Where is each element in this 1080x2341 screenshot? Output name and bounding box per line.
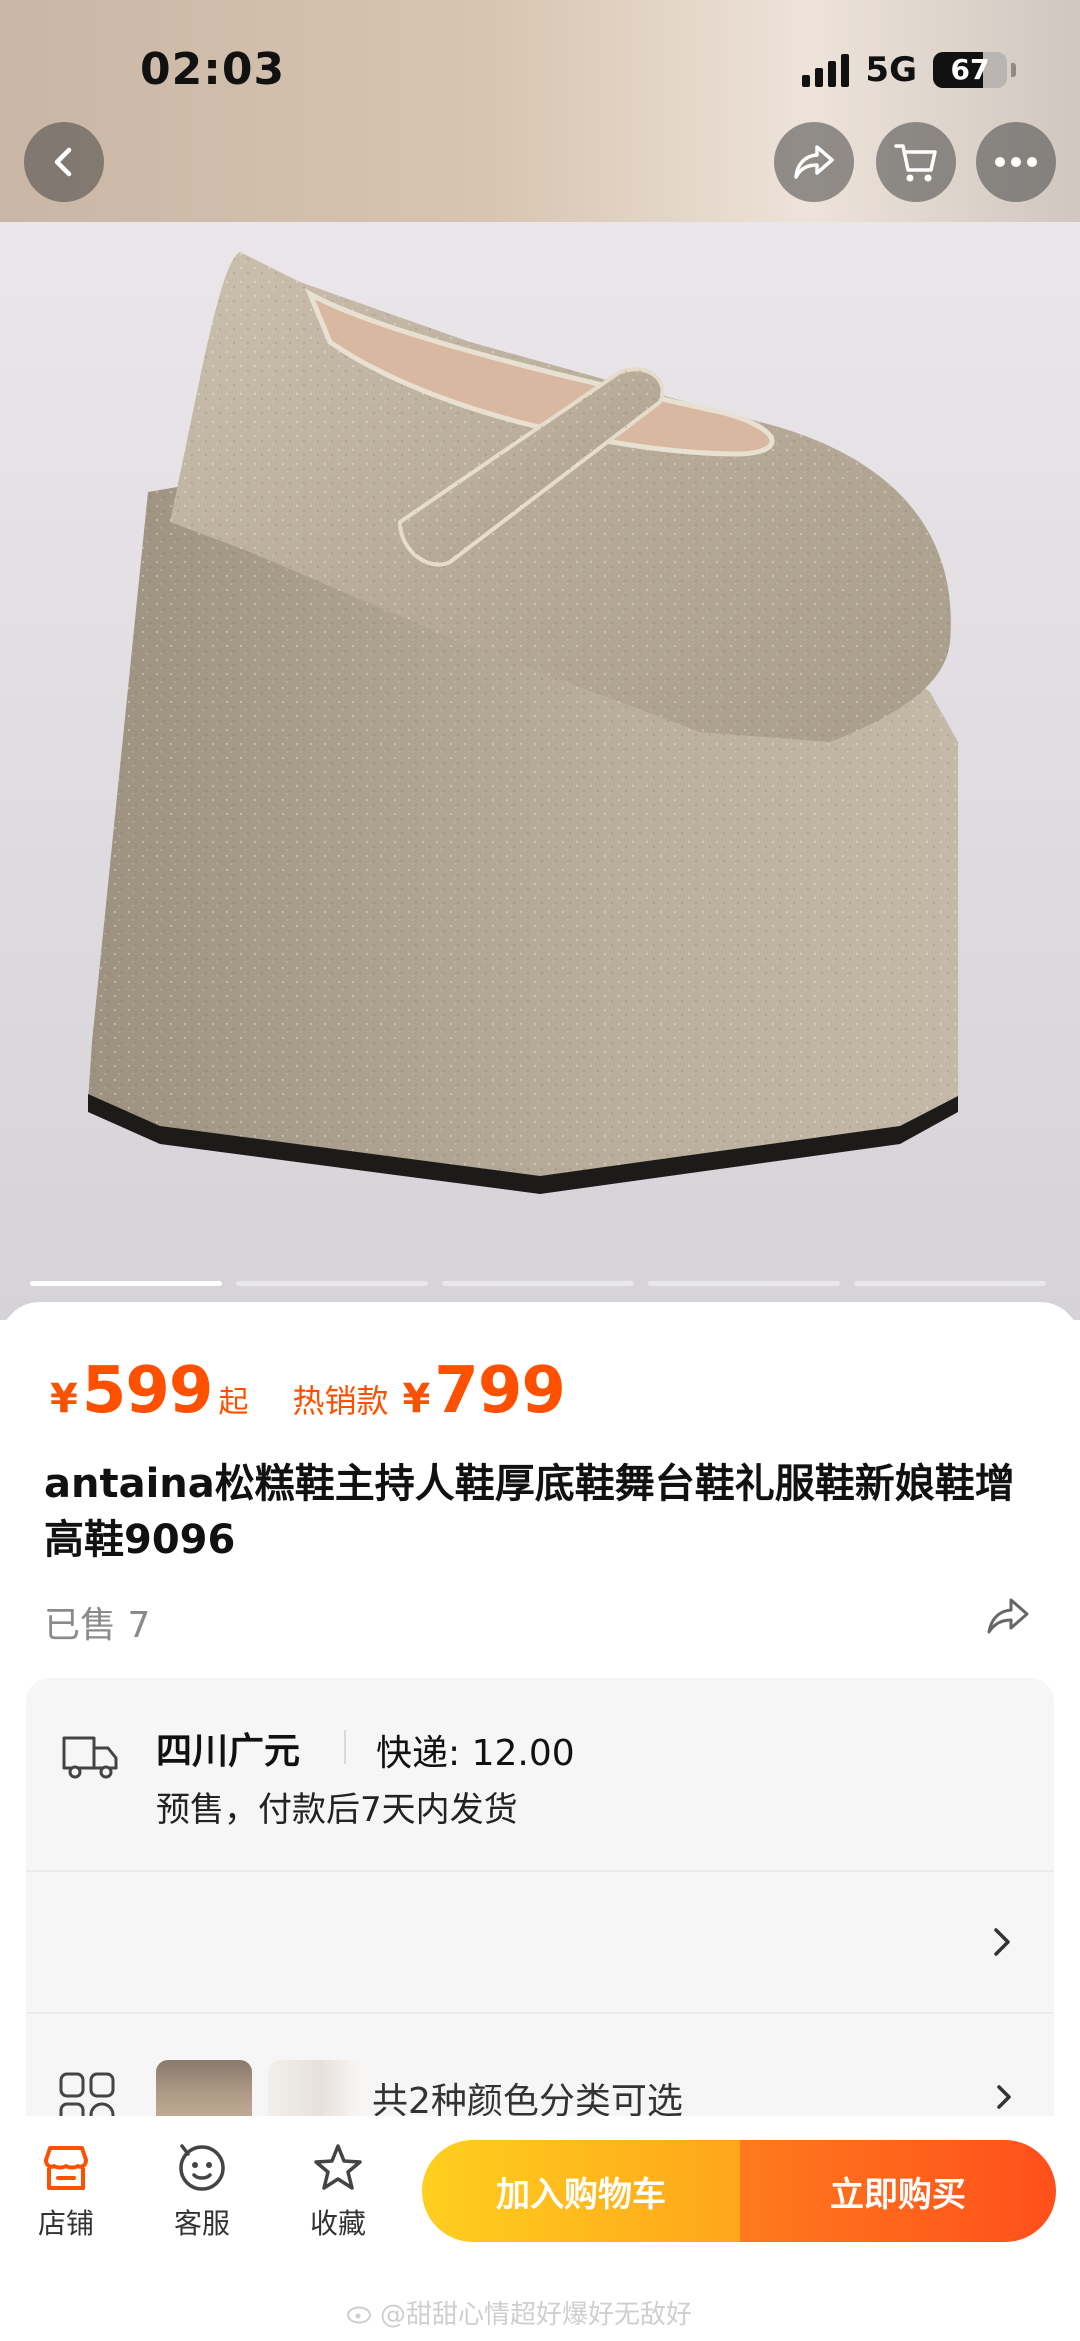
shop-label: 店铺 xyxy=(37,2207,94,2240)
back-button[interactable] xyxy=(24,122,104,202)
ship-origin: 四川广元 xyxy=(156,1731,301,1772)
truck-icon xyxy=(62,1736,118,1779)
favorite-label: 收藏 xyxy=(309,2207,366,2240)
share-button[interactable] xyxy=(774,122,854,202)
status-indicators: 5G 67 xyxy=(802,50,1016,90)
price-row: ¥ 599 起 热销款 ¥ 799 xyxy=(50,1354,566,1428)
shop-icon xyxy=(44,2146,88,2190)
share-link-button[interactable] xyxy=(984,1594,1032,1642)
service-label: 客服 xyxy=(173,2207,230,2240)
chevron-right-icon xyxy=(994,1928,1010,1956)
favorite-button[interactable]: 收藏 xyxy=(278,2140,398,2242)
product-info-sheet: ¥ 599 起 热销款 ¥ 799 antaina松糕鞋主持人鞋厚底鞋舞台鞋礼服… xyxy=(0,1302,1080,2238)
bottom-action-bar: 店铺 客服 收藏 加入购物车 立即购买 xyxy=(0,2116,1080,2282)
more-button[interactable] xyxy=(976,122,1056,202)
add-to-cart-button[interactable]: 加入购物车 xyxy=(422,2140,740,2242)
chat-icon xyxy=(179,2144,225,2191)
hot-price: 799 xyxy=(434,1354,566,1428)
status-time: 02:03 xyxy=(140,44,286,95)
cart-icon xyxy=(894,144,937,182)
chevron-right-icon xyxy=(997,2085,1011,2109)
divider xyxy=(344,1730,346,1764)
carousel-dot[interactable] xyxy=(648,1281,840,1286)
carousel-dot[interactable] xyxy=(442,1281,634,1286)
buy-now-button[interactable]: 立即购买 xyxy=(740,2140,1056,2242)
watermark: @甜甜心情超好爆好无敌好 xyxy=(346,2294,692,2331)
more-icon xyxy=(995,157,1037,167)
star-icon xyxy=(314,2144,362,2190)
share-icon xyxy=(794,145,834,179)
carousel-indicator xyxy=(30,1281,1046,1286)
battery-icon: 67 xyxy=(933,52,1007,88)
price: 599 xyxy=(81,1354,214,1428)
express-fee: 快递: 12.00 xyxy=(376,1733,575,1774)
watermark-text: @甜甜心情超好爆好无敌好 xyxy=(380,2300,693,2330)
currency-symbol: ¥ xyxy=(50,1376,78,1422)
shop-button[interactable]: 店铺 xyxy=(6,2140,126,2242)
share-icon xyxy=(987,1598,1029,1634)
customer-service-button[interactable]: 客服 xyxy=(142,2140,262,2242)
sold-count: 已售 7 xyxy=(44,1605,151,1646)
carousel-dot[interactable] xyxy=(30,1281,222,1286)
presale-note: 预售，付款后7天内发货 xyxy=(156,1790,518,1830)
service-row[interactable] xyxy=(26,1872,1054,2010)
carousel-dot[interactable] xyxy=(236,1281,428,1286)
cart-button[interactable] xyxy=(876,122,956,202)
chevron-left-icon xyxy=(54,147,72,177)
product-image-gallery[interactable]: 02:03 5G 67 xyxy=(0,0,1080,1320)
battery-tip xyxy=(1011,63,1016,77)
currency-symbol-hot: ¥ xyxy=(402,1376,431,1422)
network-type: 5G xyxy=(865,50,917,90)
product-photo-shoe xyxy=(0,222,1080,1320)
product-title: antaina松糕鞋主持人鞋厚底鞋舞台鞋礼服鞋新娘鞋增高鞋9096 xyxy=(44,1461,1015,1563)
battery-level: 67 xyxy=(950,53,990,86)
carousel-dot[interactable] xyxy=(854,1281,1046,1286)
weibo-logo-icon xyxy=(347,2306,371,2323)
price-suffix: 起 xyxy=(218,1385,249,1420)
signal-icon xyxy=(802,53,850,87)
hot-label: 热销款 xyxy=(292,1382,389,1420)
purchase-buttons: 加入购物车 立即购买 xyxy=(422,2140,1056,2242)
